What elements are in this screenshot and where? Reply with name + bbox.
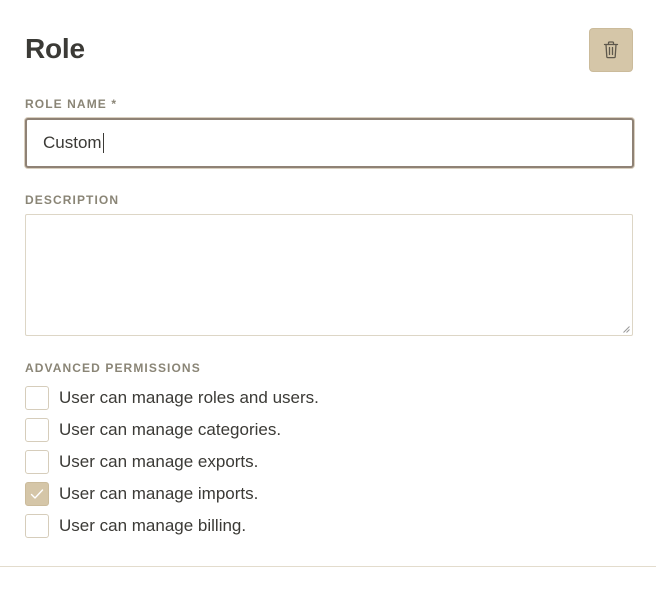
permission-label: User can manage roles and users. [59,388,319,407]
advanced-permissions-label: ADVANCED PERMISSIONS [25,361,201,375]
role-name-input[interactable]: Custom [25,118,634,168]
permissions-list: User can manage roles and users. User ca… [25,382,319,542]
checkmark-icon [30,489,44,499]
permission-label: User can manage exports. [59,452,259,471]
page-title: Role [25,33,85,64]
permission-label: User can manage categories. [59,420,282,439]
role-name-value: Custom [43,133,102,152]
permission-checkbox[interactable] [25,514,49,538]
permission-item[interactable]: User can manage imports. [25,478,319,510]
role-form-panel: Role ROLE NAME * Custom DESCRIPTION ADVA… [0,0,656,590]
text-caret [102,133,104,153]
description-label: DESCRIPTION [25,193,120,207]
permission-item[interactable]: User can manage exports. [25,446,319,478]
role-name-label: ROLE NAME * [25,97,118,111]
resize-grip-icon[interactable] [622,325,630,333]
footer-divider [0,566,656,567]
delete-role-button[interactable] [589,28,633,72]
permission-checkbox[interactable] [25,386,49,410]
trash-icon [603,41,619,59]
permission-label: User can manage billing. [59,516,247,535]
permission-item[interactable]: User can manage categories. [25,414,319,446]
permission-checkbox[interactable] [25,482,49,506]
permission-checkbox[interactable] [25,450,49,474]
description-textarea[interactable] [25,214,633,336]
permission-label: User can manage imports. [59,484,259,503]
permission-checkbox[interactable] [25,418,49,442]
permission-item[interactable]: User can manage billing. [25,510,319,542]
permission-item[interactable]: User can manage roles and users. [25,382,319,414]
